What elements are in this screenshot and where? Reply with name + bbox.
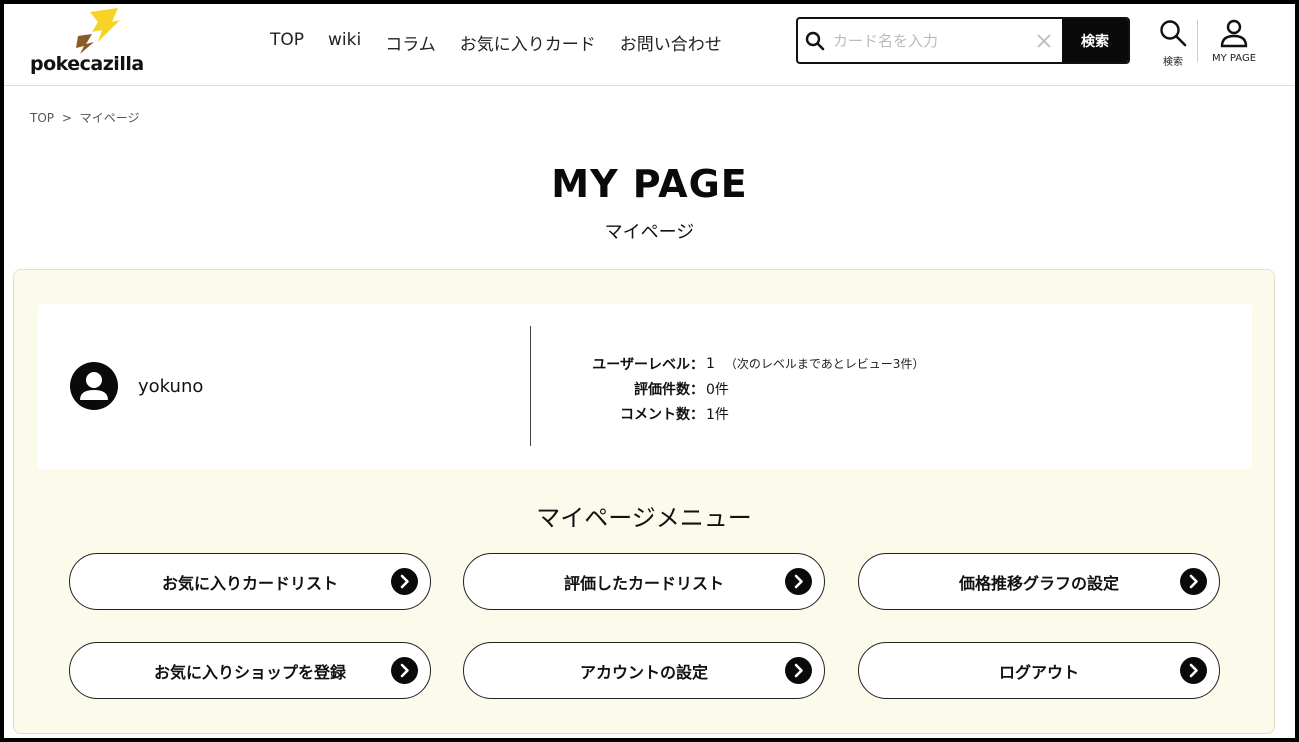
- arrow-right-icon: [785, 568, 812, 595]
- pikachu-tail-icon: [76, 8, 120, 54]
- arrow-right-icon: [1180, 657, 1207, 684]
- page-frame: pokecazilla TOP wiki コラム お気に入りカード お問い合わせ…: [4, 4, 1295, 738]
- arrow-right-icon: [785, 657, 812, 684]
- page-subtitle: マイページ: [604, 222, 695, 243]
- avatar-icon: [70, 362, 118, 410]
- menu-label: お気に入りショップを登録: [153, 662, 346, 682]
- nav-column[interactable]: コラム: [385, 30, 436, 55]
- page-title: MY PAGE: [551, 162, 748, 206]
- favorite-card-list-button[interactable]: お気に入りカードリスト: [69, 553, 431, 610]
- stat-label: 評価件数: [634, 381, 690, 398]
- user-stats: ユーザーレベル： 1 （次のレベルまであとレビュー3件） 評価件数： 0件 コメ…: [538, 351, 924, 426]
- menu-title: マイページメニュー: [536, 504, 752, 532]
- account-settings-button[interactable]: アカウントの設定: [463, 642, 825, 699]
- arrow-right-icon: [391, 657, 418, 684]
- main-nav: TOP wiki コラム お気に入りカード お問い合わせ: [270, 30, 746, 55]
- site-logo[interactable]: pokecazilla: [28, 8, 148, 80]
- menu-label: アカウントの設定: [579, 662, 708, 682]
- arrow-right-icon: [1180, 568, 1207, 595]
- breadcrumb-separator: >: [61, 111, 72, 125]
- clear-icon[interactable]: [1027, 19, 1062, 62]
- search-bar: 検索: [796, 17, 1130, 64]
- breadcrumb-current: マイページ: [79, 111, 140, 125]
- stat-value: 1: [706, 355, 715, 372]
- header-mypage-link[interactable]: MY PAGE: [1204, 18, 1264, 64]
- search-button[interactable]: 検索: [1061, 19, 1128, 62]
- price-graph-settings-button[interactable]: 価格推移グラフの設定: [858, 553, 1220, 610]
- stat-note: （次のレベルまであとレビュー3件）: [724, 357, 925, 371]
- logo-text: pokecazilla: [30, 53, 144, 75]
- stat-review-count: 評価件数： 0件: [538, 376, 924, 401]
- nav-contact[interactable]: お問い合わせ: [620, 30, 722, 55]
- rated-card-list-button[interactable]: 評価したカードリスト: [463, 553, 825, 610]
- header-search-label: 検索: [1163, 57, 1183, 68]
- username: yokuno: [138, 376, 204, 397]
- header-search-link[interactable]: 検索: [1143, 18, 1203, 68]
- search-input[interactable]: [832, 19, 1027, 62]
- stat-value: 1件: [706, 406, 729, 423]
- nav-top[interactable]: TOP: [270, 30, 304, 55]
- stat-user-level: ユーザーレベル： 1 （次のレベルまであとレビュー3件）: [538, 351, 924, 376]
- mypage-panel: yokuno ユーザーレベル： 1 （次のレベルまであとレビュー3件） 評価件数…: [13, 269, 1275, 734]
- user-icon: [1220, 19, 1248, 48]
- nav-wiki[interactable]: wiki: [328, 30, 361, 55]
- profile-card: yokuno ユーザーレベル： 1 （次のレベルまであとレビュー3件） 評価件数…: [38, 304, 1252, 469]
- profile-divider: [530, 326, 531, 446]
- site-header: pokecazilla TOP wiki コラム お気に入りカード お問い合わせ…: [4, 4, 1295, 86]
- menu-label: お気に入りカードリスト: [161, 573, 338, 593]
- stat-value: 0件: [706, 381, 729, 398]
- search-icon: [798, 19, 833, 62]
- menu-label: 評価したカードリスト: [563, 573, 724, 593]
- menu-label: ログアウト: [998, 662, 1079, 682]
- nav-favorite-cards[interactable]: お気に入りカード: [460, 30, 596, 55]
- header-mypage-label: MY PAGE: [1211, 53, 1257, 64]
- register-favorite-shop-button[interactable]: お気に入りショップを登録: [69, 642, 431, 699]
- menu-label: 価格推移グラフの設定: [958, 573, 1119, 593]
- stat-label: コメント数: [620, 406, 690, 423]
- search-icon: [1160, 20, 1187, 47]
- arrow-right-icon: [391, 568, 418, 595]
- logout-button[interactable]: ログアウト: [858, 642, 1220, 699]
- stat-label: ユーザーレベル: [592, 356, 690, 373]
- breadcrumb-home[interactable]: TOP: [30, 111, 54, 125]
- header-divider: [1197, 20, 1198, 62]
- stat-comment-count: コメント数： 1件: [538, 401, 924, 426]
- breadcrumb: TOP > マイページ: [30, 109, 144, 126]
